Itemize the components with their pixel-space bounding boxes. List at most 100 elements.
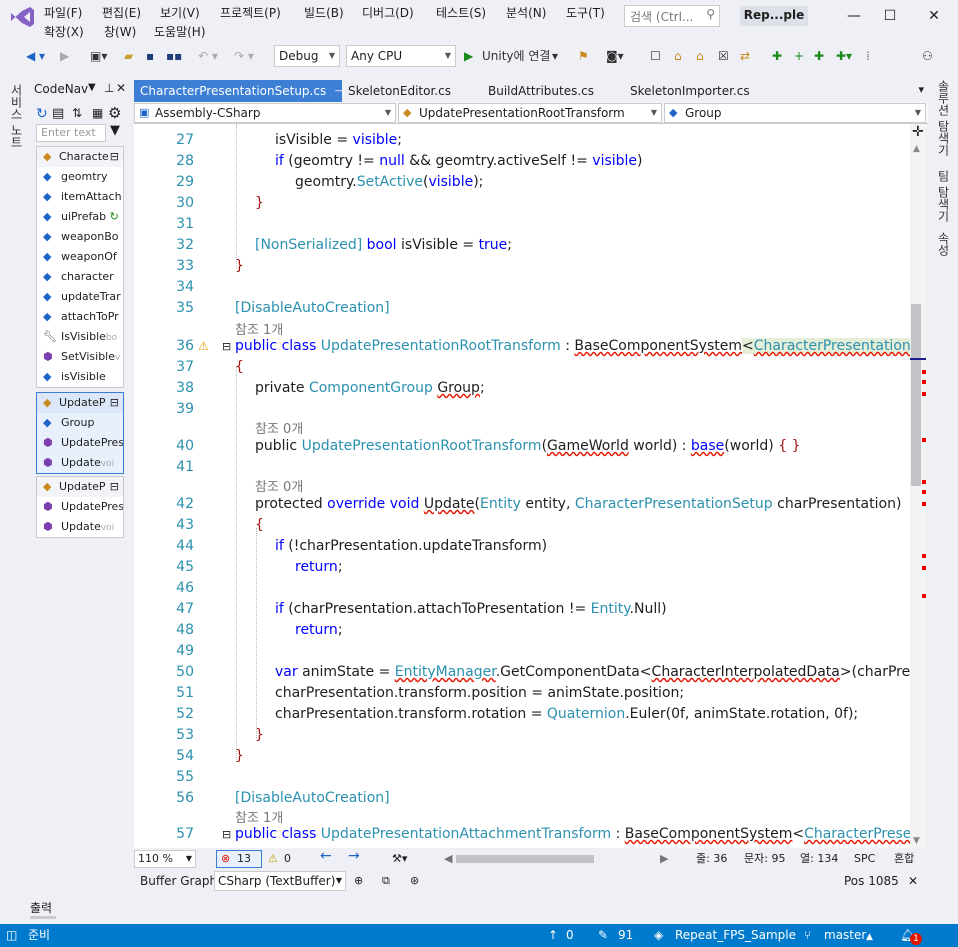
next-issue-icon[interactable]: → [348,848,360,864]
save-icon[interactable]: ▪ [146,46,154,66]
back-icon[interactable]: ◀ ▾ [26,46,45,66]
run-icon[interactable]: ▶ [464,46,473,66]
codenav-method[interactable]: ⬢ UpdatePres [37,433,123,453]
run-button[interactable]: Unity에 연결 [482,46,550,66]
codelens-references[interactable]: 참조 0개 [255,476,555,495]
collapse-icon[interactable]: ▦ [92,106,103,120]
codenav-field[interactable]: ◆ uiPrefab ↻ [37,207,123,227]
gear-icon[interactable]: ⚙ [108,104,121,122]
close-icon[interactable]: ✕ [908,873,918,889]
codenav-filter-input[interactable]: Enter text to [36,124,106,142]
close-icon[interactable]: ✕ [916,2,952,30]
member-dropdown[interactable]: ◆ Group ▼ [664,103,926,123]
codenav-field[interactable]: ◆ itemAttach [37,187,123,207]
redo-icon[interactable]: ↷ ▾ [234,46,254,66]
filter-icon[interactable]: ▼ [110,123,120,138]
codenav-method[interactable]: ⬢ Updatevoi [37,517,123,537]
menu-build[interactable]: 빌드(B) [304,4,344,21]
codenav-class-header[interactable]: ◆ Characte ⊟ [37,147,123,167]
warning-count[interactable]: 0 [284,851,291,867]
codenav-field[interactable]: ◆ weaponBo [37,227,123,247]
codenav-field[interactable]: ◆ Group [37,413,123,433]
run-dropdown-icon[interactable]: ▾ [552,46,558,66]
pending-changes-count[interactable]: 91 [618,928,633,943]
collapse-icon[interactable]: ⊟ [110,393,119,413]
arrow-up-icon[interactable]: ↑ [548,928,558,943]
scroll-right-icon[interactable]: ▶ [660,851,668,867]
menu-tools[interactable]: 도구(T) [566,4,605,21]
tab-list-icon[interactable]: ▾ [918,83,924,96]
scroll-down-icon[interactable]: ▼ [913,836,920,846]
vertical-scrollbar[interactable]: ✛ ▲ ▼ [910,124,926,848]
open-icon[interactable]: ▰ [124,46,133,66]
codenav-class-header[interactable]: ◆ UpdateP ⊟ [37,393,123,413]
refresh-icon[interactable]: ↻ [36,106,48,122]
tab-skeleton-importer[interactable]: SkeletonImporter.cs [624,80,756,102]
add-bookmark-icon[interactable]: ✚ [772,46,782,66]
brush-icon[interactable]: ⚒▾ [392,851,407,867]
close-icon[interactable]: ✕ [116,81,126,95]
globe-icon[interactable]: ⊕ [354,873,363,889]
search-box[interactable]: 검색 (Ctrl... ⚲ [624,5,720,27]
collapse-icon[interactable]: ⊟ [222,824,231,845]
add-icon[interactable]: + [794,46,804,66]
code-editor[interactable]: 27 isVisible = visible; 28 if (geomtry != … [134,124,910,848]
menu-extensions[interactable]: 확장(X) [44,23,84,40]
screenshot-icon[interactable]: ◙▾ [606,46,624,66]
menu-analyze[interactable]: 분석(N) [506,4,546,21]
codenav-field[interactable]: ◆ isVisible [37,367,123,387]
chevron-up-icon[interactable]: ▲ [866,930,873,945]
menu-file[interactable]: 파일(F) [44,4,82,21]
codelens-references[interactable]: 참조 1개 [235,807,535,826]
configuration-select[interactable]: Debug ▼ [274,45,340,67]
package-down-icon[interactable]: ⌂ [696,46,704,66]
properties-tab[interactable]: 속성 [935,232,952,256]
menu-view[interactable]: 보기(V) [160,4,200,21]
codenav-field[interactable]: ◆ geomtry [37,167,123,187]
menu-edit[interactable]: 편집(E) [102,4,141,21]
close-box-icon[interactable]: ☒ [718,46,729,66]
menu-test[interactable]: 테스트(S) [436,4,486,21]
zoom-select[interactable]: 110 % ▼ [134,850,196,868]
sort-icon[interactable]: ⇅ [72,106,82,120]
tab-skeleton-editor[interactable]: SkeletonEditor.cs [342,80,457,102]
branch-name[interactable]: master [824,928,866,943]
collapse-icon[interactable]: ⊟ [222,336,231,357]
team-explorer-tab[interactable]: 팀 탐색기 [935,170,952,222]
minimize-icon[interactable]: — [836,2,872,30]
window-icon[interactable]: ☐ [650,46,661,66]
undo-icon[interactable]: ↶ ▾ [198,46,218,66]
scroll-left-icon[interactable]: ◀ [444,851,452,867]
split-icon[interactable]: ✛ [912,124,924,140]
codenav-field[interactable]: ◆ attachToPr [37,307,123,327]
add-item-icon[interactable]: ✚▾ [836,46,852,66]
graph-icon[interactable]: ⊛ [410,873,419,889]
save-all-icon[interactable]: ▪▪ [166,46,182,66]
codenav-field[interactable]: ◆ character [37,267,123,287]
scroll-up-icon[interactable]: ▲ [913,144,920,154]
repository-icon[interactable]: ◈ [654,928,663,943]
chevron-down-icon[interactable]: ▼ [88,82,96,93]
type-dropdown[interactable]: ◆ UpdatePresentationRootTransform ▼ [398,103,662,123]
codenav-method[interactable]: ⬢ SetVisiblev [37,347,123,367]
project-dropdown[interactable]: ▣ Assembly-CSharp ▼ [134,103,396,123]
codelens-references[interactable]: 참조 1개 [235,319,535,338]
menu-window[interactable]: 창(W) [104,23,136,40]
menu-help[interactable]: 도움말(H) [154,23,206,40]
pencil-icon[interactable]: ✎ [598,928,608,943]
tab-build-attributes[interactable]: BuildAttributes.cs [482,80,600,102]
buffer-select[interactable]: CSharp (TextBuffer) ▼ [214,871,346,891]
feedback-icon[interactable]: ⚇ [922,46,933,66]
error-count-button[interactable]: ⊗ 13 [216,850,262,868]
menu-debug[interactable]: 디버그(D) [362,4,414,21]
codenav-method[interactable]: ⬢ Updatevoi [37,453,123,473]
codenav-field[interactable]: ◆ updateTrar [37,287,123,307]
menu-project[interactable]: 프로젝트(P) [220,4,281,21]
lightbulb-icon[interactable]: ⚠ [198,336,209,357]
codenav-class-header[interactable]: ◆ UpdateP ⊟ [37,477,123,497]
platform-select[interactable]: Any CPU ▼ [346,45,456,67]
branch-icon[interactable]: ⑂ [804,928,811,943]
codenav-field[interactable]: ◆ weaponOf [37,247,123,267]
codenav-method[interactable]: ⬢ UpdatePres [37,497,123,517]
package-icon[interactable]: ⌂ [674,46,682,66]
